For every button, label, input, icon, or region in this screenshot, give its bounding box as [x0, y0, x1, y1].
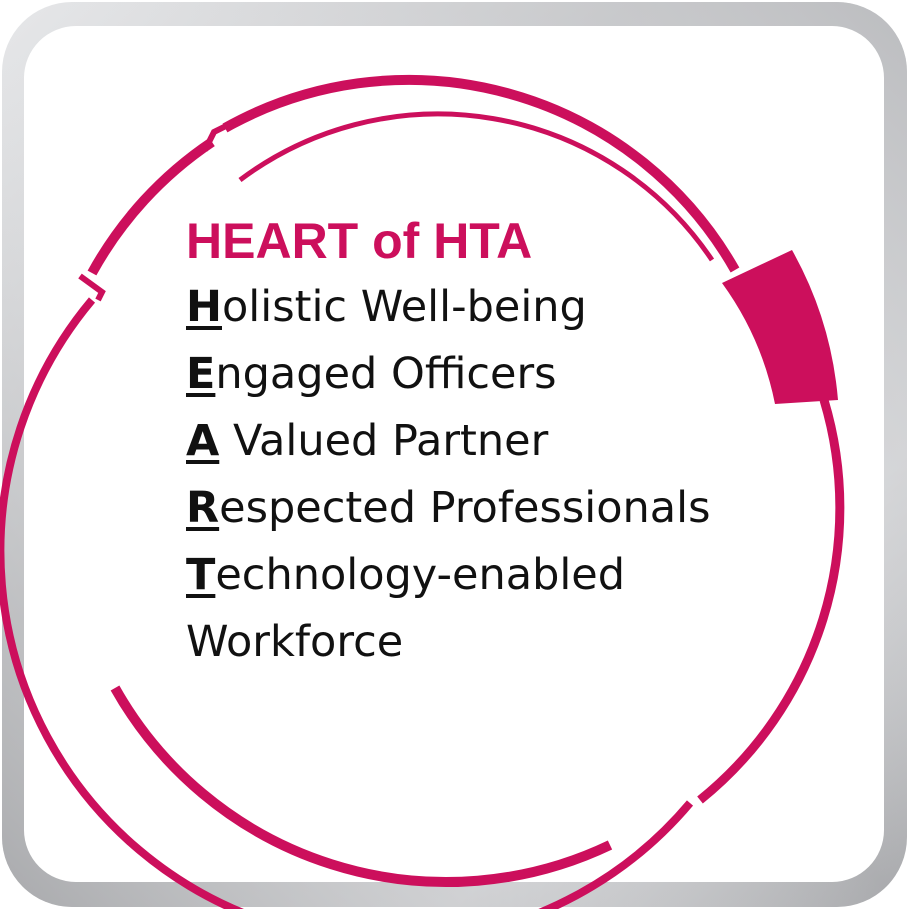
- acronym-line-a: A Valued Partner: [186, 408, 826, 475]
- acronym-line-h: Holistic Well-being: [186, 274, 826, 341]
- acronym-initial: H: [186, 282, 222, 332]
- acronym-initial: T: [186, 550, 216, 600]
- acronym-rest: ngaged Officers: [215, 349, 557, 399]
- acronym-initial: R: [186, 483, 220, 533]
- acronym-rest: echnology-enabled: [215, 550, 626, 600]
- acronym-line-r: Respected Professionals: [186, 475, 826, 542]
- acronym-initial: A: [186, 416, 220, 466]
- page-title: HEART of HTA: [186, 213, 533, 269]
- acronym-rest: olistic Well-being: [222, 282, 587, 332]
- heart-of-hta-graphic: HEART of HTA Holistic Well-being Engaged…: [0, 0, 909, 909]
- text-block: HEART of HTA Holistic Well-being Engaged…: [186, 208, 826, 676]
- acronym-rest: espected Professionals: [219, 483, 711, 533]
- acronym-rest: Valued Partner: [219, 416, 549, 466]
- acronym-line-e: Engaged Officers: [186, 341, 826, 408]
- acronym-line-t: Technology-enabled: [186, 542, 826, 609]
- acronym-line-continuation: Workforce: [186, 617, 404, 667]
- acronym-initial: E: [186, 349, 216, 399]
